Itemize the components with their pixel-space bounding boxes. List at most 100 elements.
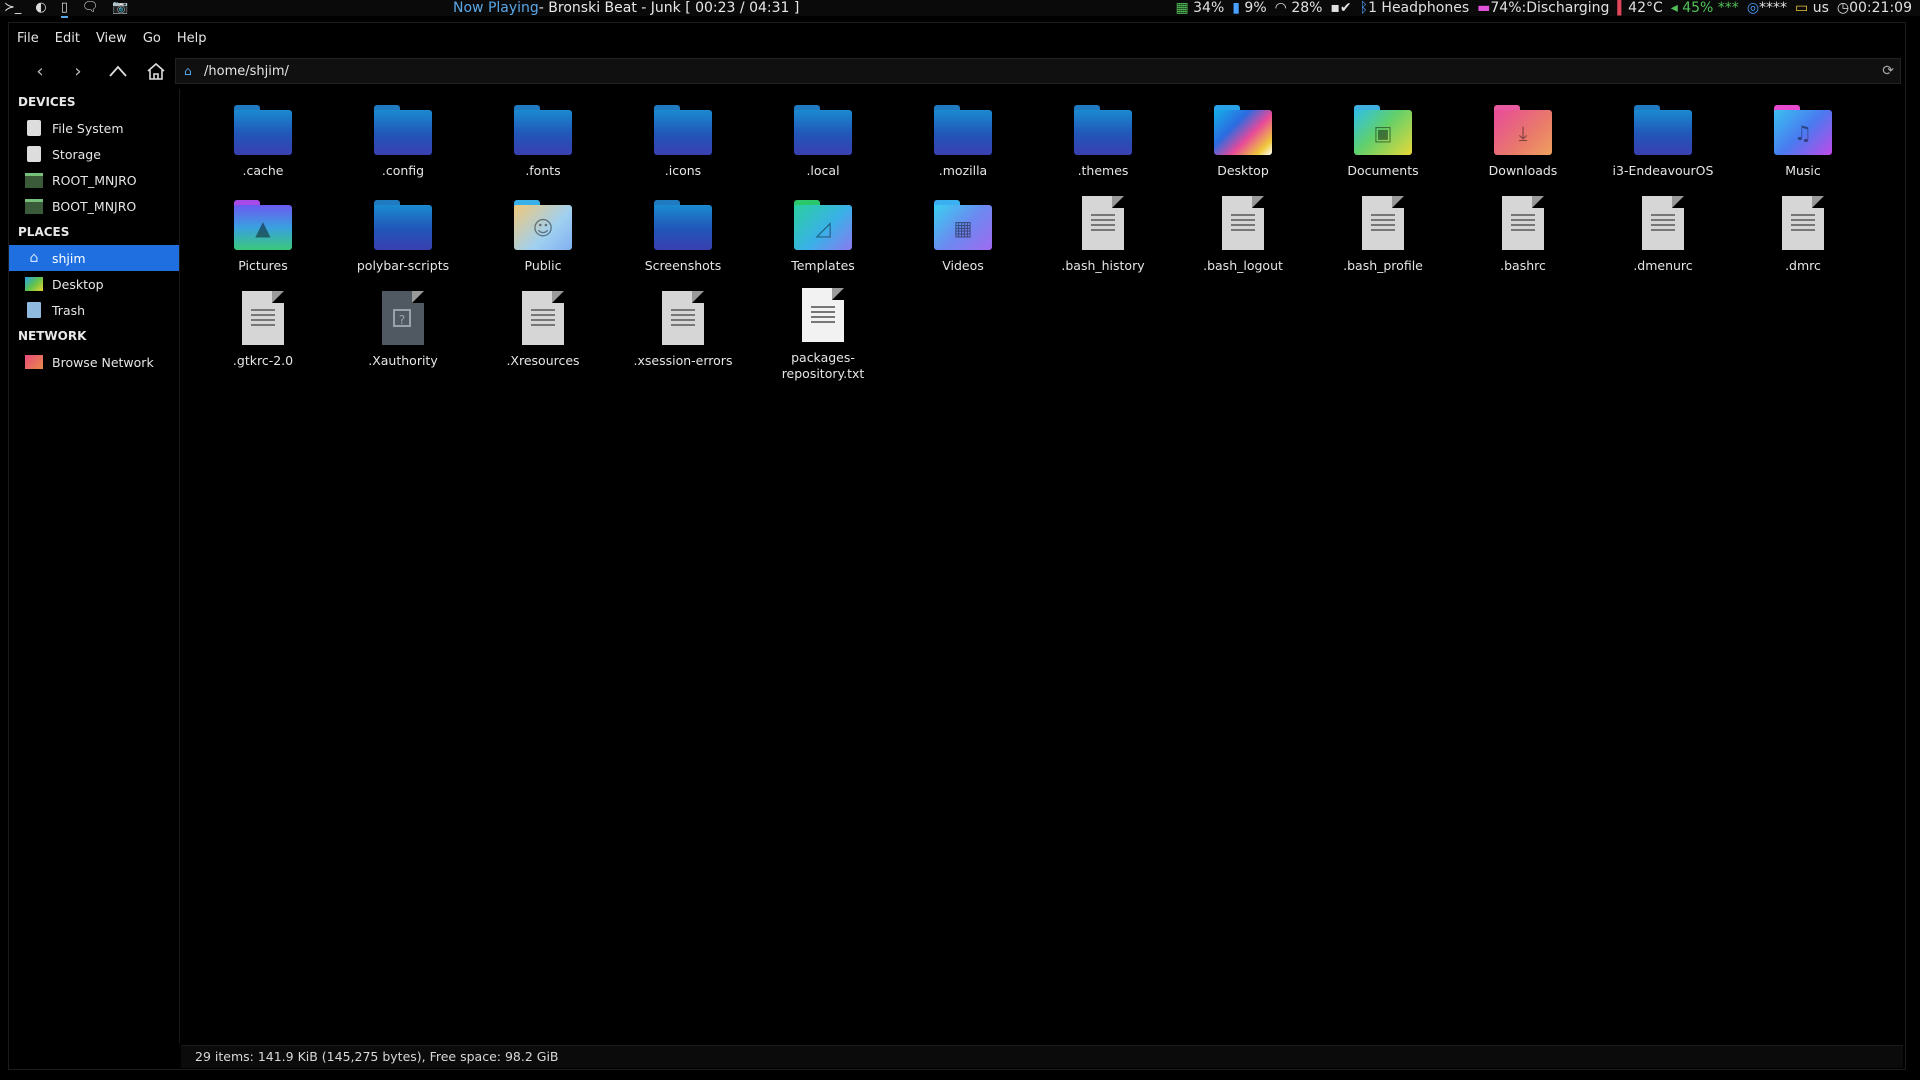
- devices-heading: DEVICES: [18, 95, 76, 109]
- file-item[interactable]: .config: [333, 97, 473, 192]
- file-item[interactable]: ⤓ Downloads: [1453, 97, 1593, 192]
- lock-icon[interactable]: ▪✔: [1330, 0, 1351, 16]
- documents-folder-icon: ▣: [1353, 97, 1413, 155]
- file-item-label: .themes: [1077, 163, 1129, 178]
- file-manager-icon[interactable]: ▯: [60, 0, 68, 18]
- file-item[interactable]: .fonts: [473, 97, 613, 192]
- keyboard-layout[interactable]: us: [1813, 0, 1829, 16]
- file-item-label: Public: [524, 258, 562, 273]
- file-item[interactable]: .xsession-errors: [613, 287, 753, 382]
- file-item-label: .Xresources: [506, 353, 580, 368]
- terminal-icon[interactable]: ≻_: [4, 0, 21, 18]
- folder-icon: [1633, 97, 1693, 155]
- sidebar-item-label: Storage: [52, 146, 101, 162]
- menu-go[interactable]: Go: [135, 31, 169, 46]
- file-item-label: .bashrc: [1500, 258, 1546, 273]
- sidebar-item-label: ROOT_MNJRO: [52, 172, 137, 188]
- file-item-label: .dmenurc: [1633, 258, 1693, 273]
- file-item[interactable]: .icons: [613, 97, 753, 192]
- sidebar-item-label: File System: [52, 120, 124, 136]
- file-item[interactable]: ? .Xauthority: [333, 287, 473, 382]
- sidebar-item-label: Desktop: [52, 276, 104, 292]
- file-item-label: .gtkrc-2.0: [232, 353, 294, 368]
- file-item[interactable]: ▦ Videos: [893, 192, 1033, 287]
- file-item[interactable]: .Xresources: [473, 287, 613, 382]
- folder-icon: [1073, 97, 1133, 155]
- file-item[interactable]: .local: [753, 97, 893, 192]
- folder-icon: [653, 192, 713, 250]
- folder-icon: [793, 97, 853, 155]
- folder-icon: [373, 192, 433, 250]
- file-item[interactable]: .themes: [1033, 97, 1173, 192]
- file-item-label: Pictures: [238, 258, 288, 273]
- chat-icon[interactable]: 🗨: [82, 0, 99, 18]
- menu-bar: File Edit View Go Help: [9, 23, 1905, 53]
- file-item[interactable]: .bashrc: [1453, 192, 1593, 287]
- back-button[interactable]: ‹: [27, 59, 53, 83]
- volume-value[interactable]: 45% ***: [1682, 0, 1739, 16]
- menu-edit[interactable]: Edit: [47, 31, 88, 46]
- file-item[interactable]: .bash_profile: [1313, 192, 1453, 287]
- battery-icon: ▬: [1477, 0, 1491, 16]
- file-item[interactable]: .bash_history: [1033, 192, 1173, 287]
- file-item[interactable]: .dmrc: [1733, 192, 1873, 287]
- file-item[interactable]: .gtkrc-2.0: [193, 287, 333, 382]
- reload-icon[interactable]: ⟳: [1882, 63, 1894, 79]
- bluetooth-value[interactable]: 1 Headphones: [1368, 0, 1469, 16]
- videos-folder-icon: ▦: [933, 192, 993, 250]
- home-button[interactable]: [143, 59, 169, 83]
- file-item[interactable]: Screenshots: [613, 192, 753, 287]
- file-item-label: .icons: [664, 163, 702, 178]
- clock-icon: ◷: [1836, 0, 1850, 16]
- file-manager-window: File Edit View Go Help ‹ › ⌂ /home/shjim…: [8, 22, 1906, 1070]
- sidebar-item-root-mnjro[interactable]: ROOT_MNJRO: [9, 167, 179, 193]
- sidebar-item-desktop[interactable]: Desktop: [9, 271, 179, 297]
- file-item-label: Downloads: [1488, 163, 1558, 178]
- volume-icon: ◂: [1670, 0, 1678, 16]
- now-playing[interactable]: Now Playing- Bronski Beat - Junk [ 00:23…: [453, 0, 799, 16]
- file-item[interactable]: .mozilla: [893, 97, 1033, 192]
- parent-folder-button[interactable]: [105, 59, 131, 83]
- file-item[interactable]: polybar-scripts: [333, 192, 473, 287]
- file-item[interactable]: .dmenurc: [1593, 192, 1733, 287]
- sidebar-item-boot-mnjro[interactable]: BOOT_MNJRO: [9, 193, 179, 219]
- music-folder-icon: ♫: [1773, 97, 1833, 155]
- file-item-label: i3-EndeavourOS: [1612, 163, 1714, 178]
- folder-icon: [233, 97, 293, 155]
- file-item[interactable]: ▲ Pictures: [193, 192, 333, 287]
- sidebar-item-storage[interactable]: Storage: [9, 141, 179, 167]
- file-view[interactable]: .cache .config .fonts .icons .local .mozilla.…: [181, 89, 1903, 1043]
- text-file-icon: [1073, 192, 1133, 250]
- file-item[interactable]: ☺ Public: [473, 192, 613, 287]
- menu-help[interactable]: Help: [169, 31, 215, 46]
- camera-icon[interactable]: 📷: [112, 0, 128, 18]
- file-item[interactable]: Desktop: [1173, 97, 1313, 192]
- file-item[interactable]: ♫ Music: [1733, 97, 1873, 192]
- battery-value: 74%:Discharging: [1490, 0, 1610, 16]
- file-item-label: .dmrc: [1785, 258, 1821, 273]
- text-file-icon: [233, 287, 293, 345]
- file-item-label: .Xauthority: [368, 353, 438, 368]
- file-item[interactable]: i3-EndeavourOS: [1593, 97, 1733, 192]
- text-file-icon: [1353, 192, 1413, 250]
- location-path[interactable]: /home/shjim/: [204, 64, 289, 79]
- file-item[interactable]: .bash_logout: [1173, 192, 1313, 287]
- file-item[interactable]: packages-repository.txt: [753, 287, 893, 382]
- menu-file[interactable]: File: [9, 31, 47, 46]
- sidebar-item-trash[interactable]: Trash: [9, 297, 179, 323]
- keyboard-icon: ▭: [1795, 0, 1809, 16]
- downloads-folder-icon: ⤓: [1493, 97, 1553, 155]
- file-item[interactable]: .cache: [193, 97, 333, 192]
- sidebar-item-browse-network[interactable]: Browse Network: [9, 349, 179, 375]
- menu-view[interactable]: View: [88, 31, 135, 46]
- theme-icon[interactable]: ◐: [35, 0, 46, 18]
- places-heading: PLACES: [18, 225, 70, 239]
- chevron-right-icon: ›: [74, 60, 82, 82]
- forward-button[interactable]: ›: [65, 59, 91, 83]
- file-item-label: Music: [1785, 163, 1821, 178]
- location-bar[interactable]: ⌂ /home/shjim/ ⟳: [175, 58, 1901, 84]
- sidebar-item-file-system[interactable]: File System: [9, 115, 179, 141]
- file-item[interactable]: ▣ Documents: [1313, 97, 1453, 192]
- sidebar-item-home[interactable]: ⌂ shjim: [9, 245, 179, 271]
- file-item[interactable]: ◿ Templates: [753, 192, 893, 287]
